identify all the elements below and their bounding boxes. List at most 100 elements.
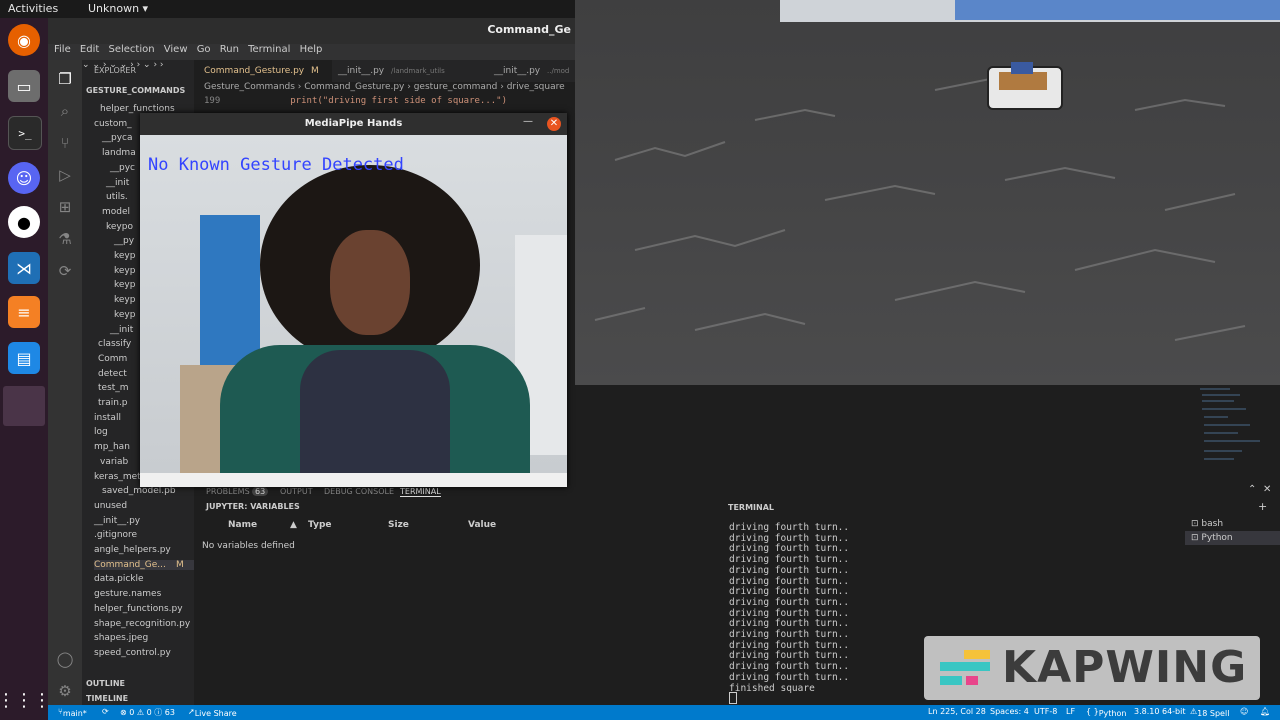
tab-debug-console[interactable]: DEBUG CONSOLE (324, 487, 394, 496)
file-tree-item[interactable]: keyp (114, 251, 135, 261)
menu-help[interactable]: Help (300, 44, 323, 55)
file-tree-item[interactable]: train.p (98, 398, 128, 408)
file-tree-item[interactable]: gesture.names (94, 589, 161, 599)
file-tree-item[interactable]: __init__.py (94, 516, 140, 526)
language-mode[interactable]: { } Python (1086, 707, 1126, 718)
file-tree-item[interactable]: mp_han (94, 442, 130, 452)
source-control-icon[interactable]: ⑂ (54, 132, 76, 154)
file-tree-item[interactable]: shapes.jpeg (94, 633, 148, 643)
mediapipe-titlebar[interactable]: MediaPipe Hands (140, 113, 567, 135)
menu-edit[interactable]: Edit (80, 44, 99, 55)
firefox-icon[interactable]: ◉ (8, 24, 40, 56)
file-tree-item[interactable]: unused (94, 501, 127, 511)
file-tree-item[interactable]: __init (106, 178, 129, 188)
line-endings[interactable]: LF (1066, 707, 1075, 716)
file-tree-item[interactable]: __py (114, 236, 134, 246)
file-tree-item[interactable]: utils. (106, 192, 128, 202)
tab-output[interactable]: OUTPUT (280, 487, 313, 496)
python-interpreter[interactable]: 3.8.10 64-bit (1134, 707, 1186, 716)
col-size[interactable]: Size (388, 520, 409, 530)
file-tree-item[interactable]: test_m (98, 383, 129, 393)
spell-check[interactable]: ⚠ 18 Spell (1190, 707, 1229, 718)
file-tree-item[interactable]: detect (98, 369, 127, 379)
breadcrumb-item[interactable]: gesture_command (414, 82, 498, 92)
menu-terminal[interactable]: Terminal (248, 44, 290, 55)
activities-button[interactable]: Activities (8, 2, 58, 15)
tab-command-gesture[interactable]: Command_Gesture.py M (194, 60, 332, 82)
indentation[interactable]: Spaces: 4 (990, 707, 1029, 716)
file-tree-item[interactable]: landma (102, 148, 136, 158)
col-name[interactable]: Name (228, 520, 257, 530)
file-tree-item[interactable]: classify (98, 339, 131, 349)
sync-icon[interactable]: ⟳ (102, 707, 109, 716)
encoding[interactable]: UTF-8 (1034, 707, 1057, 716)
account-icon[interactable]: ◯ (54, 648, 76, 670)
file-tree-item[interactable]: .gitignore (94, 530, 137, 540)
file-tree-item[interactable]: model (102, 207, 130, 217)
terminal-item-python[interactable]: ⊡ Python (1191, 533, 1233, 543)
breadcrumb-item[interactable]: Gesture_Commands (204, 82, 295, 92)
file-tree-item[interactable]: speed_control.py (94, 648, 171, 658)
col-type[interactable]: Type (308, 520, 331, 530)
tab-init-landmark[interactable]: __init__.py /landmark_utils (328, 60, 478, 82)
files-icon[interactable]: ▭ (8, 70, 40, 102)
testing-icon[interactable]: ⚗ (54, 228, 76, 250)
run-debug-icon[interactable]: ▷ (54, 164, 76, 186)
breadcrumb-item[interactable]: Command_Gesture.py (304, 82, 404, 92)
terminal-item-bash[interactable]: ⊡ bash (1191, 519, 1223, 529)
remote-icon[interactable]: ⟳ (54, 260, 76, 282)
workspace-menu[interactable]: Unknown ▾ (88, 2, 148, 15)
terminal-icon[interactable]: >_ (8, 116, 42, 150)
menu-run[interactable]: Run (220, 44, 239, 55)
active-app-icon[interactable] (3, 386, 45, 426)
branch-indicator[interactable]: ⑂ main* (58, 707, 87, 718)
file-tree-item[interactable]: log (94, 427, 108, 437)
file-tree-item[interactable]: keyp (114, 266, 135, 276)
file-tree-item[interactable]: __init (110, 325, 133, 335)
close-icon[interactable]: ✕ (547, 117, 561, 131)
tab-terminal[interactable]: TERMINAL (400, 487, 441, 497)
file-tree-item[interactable]: helper_functions.py (94, 604, 183, 614)
maximize-panel-icon[interactable]: ⌃ (1248, 484, 1256, 495)
document-icon[interactable]: ▤ (8, 342, 40, 374)
timeline-section[interactable]: TIMELINE (86, 694, 128, 703)
cursor-position[interactable]: Ln 225, Col 28 (928, 707, 986, 716)
file-tree-item[interactable]: __pyca (102, 133, 133, 143)
file-tree-item[interactable]: install (94, 413, 121, 423)
menu-go[interactable]: Go (197, 44, 211, 55)
new-terminal-icon[interactable]: + (1258, 500, 1267, 513)
file-tree-item[interactable]: variab (100, 457, 128, 467)
feedback-icon[interactable]: ☺ (1240, 707, 1248, 716)
search-icon[interactable]: ⌕ (54, 100, 76, 122)
file-tree-item[interactable]: saved_model.pb (102, 486, 176, 496)
tab-problems[interactable]: PROBLEMS (206, 487, 250, 496)
code-line[interactable]: 199 print("driving first side of square..… (194, 96, 575, 106)
file-tree-item[interactable]: keypo (106, 222, 133, 232)
menu-file[interactable]: File (54, 44, 71, 55)
settings-gear-icon[interactable]: ⚙ (54, 680, 76, 702)
col-value[interactable]: Value (468, 520, 496, 530)
file-tree-item[interactable]: keyp (114, 280, 135, 290)
discord-icon[interactable]: ☺ (8, 162, 40, 194)
outline-section[interactable]: OUTLINE (86, 679, 125, 688)
close-panel-icon[interactable]: ✕ (1263, 484, 1271, 495)
files-explorer-icon[interactable]: ❐ (54, 68, 76, 90)
problems-indicator[interactable]: ⊗ 0 ⚠ 0 ⓘ 63 (120, 707, 175, 718)
file-tree-item[interactable]: Comm (98, 354, 127, 364)
menu-view[interactable]: View (164, 44, 188, 55)
file-tree-item[interactable]: keyp (114, 295, 135, 305)
tab-init-model[interactable]: __init__.py ../mod (484, 60, 575, 82)
minimize-icon[interactable]: — (523, 116, 533, 127)
notifications-icon[interactable]: 🔔︎ (1260, 707, 1270, 716)
file-tree-item[interactable]: shape_recognition.py (94, 619, 190, 629)
project-root[interactable]: GESTURE_COMMANDS (86, 86, 185, 95)
layers-icon[interactable]: ≡ (8, 296, 40, 328)
sort-asc-icon[interactable]: ▲ (290, 520, 297, 530)
show-apps-icon[interactable]: ⋮⋮⋮ (0, 684, 51, 716)
file-tree-item[interactable]: keyp (114, 310, 135, 320)
breadcrumb-item[interactable]: drive_square (507, 82, 565, 92)
file-tree-item[interactable]: angle_helpers.py (94, 545, 171, 555)
file-tree-item[interactable]: custom_ (94, 119, 132, 129)
file-tree-item[interactable]: __pyc (110, 163, 135, 173)
github-icon[interactable]: ● (8, 206, 40, 238)
